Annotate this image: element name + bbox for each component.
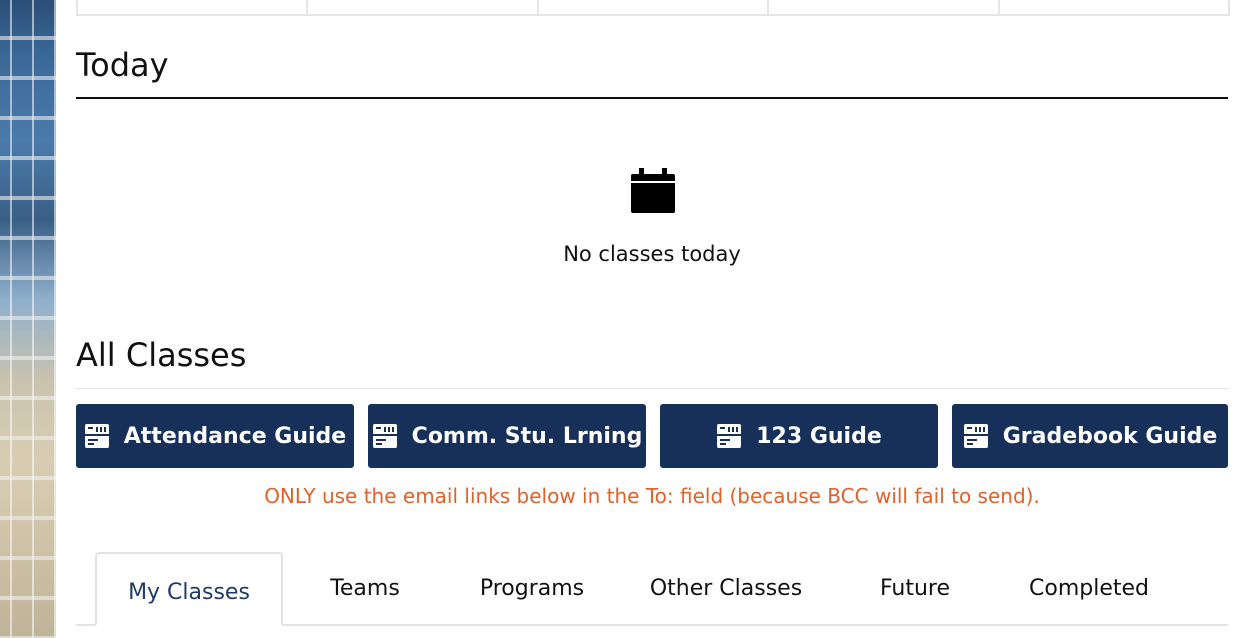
- tab-other-classes[interactable]: Other Classes: [636, 552, 816, 624]
- table-cell: [308, 0, 539, 14]
- table-cell: [769, 0, 1000, 14]
- table-cell: [1000, 0, 1228, 14]
- document-icon: [963, 424, 988, 448]
- comm-stu-lrning-button[interactable]: Comm. Stu. Lrning: [368, 404, 646, 468]
- calendar-icon: [631, 168, 675, 213]
- all-classes-heading: All Classes: [76, 336, 247, 374]
- document-icon: [372, 424, 397, 448]
- gradebook-guide-label: Gradebook Guide: [1002, 423, 1218, 449]
- tab-future[interactable]: Future: [850, 552, 980, 624]
- attendance-guide-button[interactable]: Attendance Guide: [76, 404, 354, 468]
- attendance-guide-label: Attendance Guide: [123, 423, 347, 449]
- today-heading: Today: [76, 46, 169, 84]
- document-icon: [717, 424, 742, 448]
- today-divider: [76, 97, 1228, 99]
- classes-tab-bar: My Classes Teams Programs Other Classes …: [76, 552, 1228, 626]
- all-classes-divider: [76, 388, 1228, 389]
- tab-my-classes[interactable]: My Classes: [95, 552, 283, 626]
- no-classes-message: No classes today: [563, 242, 741, 266]
- tab-completed[interactable]: Completed: [1006, 552, 1172, 624]
- document-icon: [84, 424, 109, 448]
- email-notice: ONLY use the email links below in the To…: [264, 484, 1040, 508]
- table-cell: [539, 0, 770, 14]
- tab-programs[interactable]: Programs: [456, 552, 608, 624]
- table-remnant: [76, 0, 1230, 16]
- tab-teams[interactable]: Teams: [298, 552, 432, 624]
- table-cell: [78, 0, 309, 14]
- gradebook-guide-button[interactable]: Gradebook Guide: [952, 404, 1228, 468]
- main-content: Today No classes today All Classes Atten…: [76, 0, 1230, 638]
- 123-guide-button[interactable]: 123 Guide: [660, 404, 938, 468]
- background-photo: [0, 0, 56, 638]
- comm-stu-lrning-label: Comm. Stu. Lrning: [411, 423, 643, 449]
- 123-guide-label: 123 Guide: [756, 423, 882, 449]
